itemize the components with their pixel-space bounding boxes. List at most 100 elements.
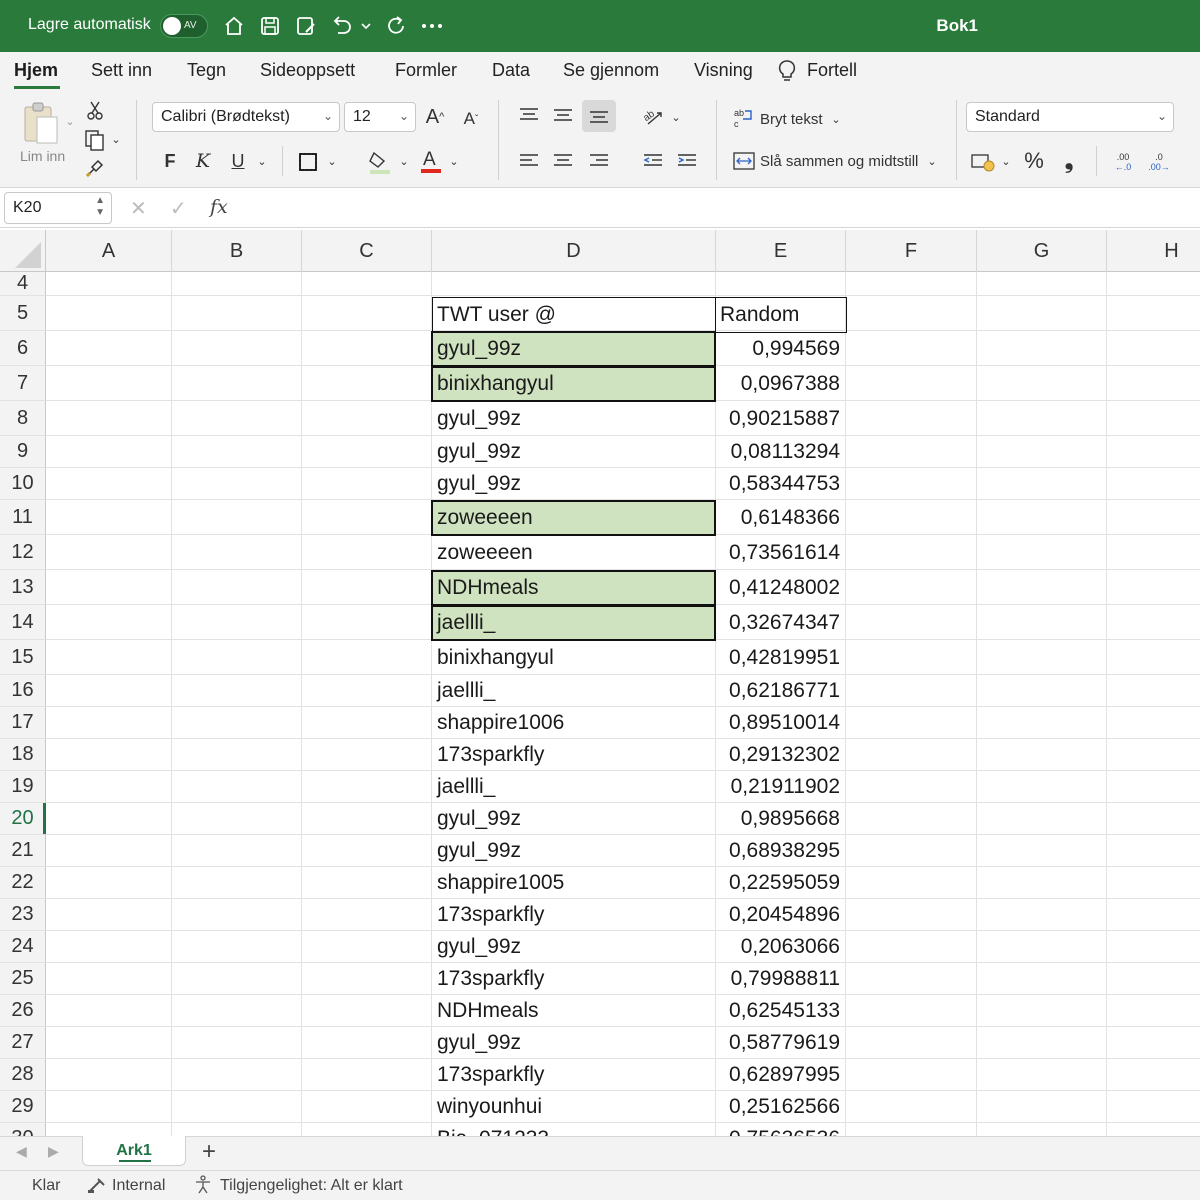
row-header-23[interactable]: 23: [0, 899, 46, 931]
row-header-22[interactable]: 22: [0, 867, 46, 899]
row-header-7[interactable]: 7: [0, 366, 46, 401]
accounting-format-icon[interactable]: [970, 150, 998, 174]
user-cell[interactable]: shappire1005: [437, 867, 564, 899]
tab-tell-me[interactable]: Fortell: [807, 60, 857, 81]
column-header-f[interactable]: F: [846, 230, 977, 272]
sensitivity-icon[interactable]: [86, 1175, 108, 1200]
align-bottom-icon[interactable]: [582, 100, 616, 132]
column-header-c[interactable]: C: [302, 230, 432, 272]
row-header-11[interactable]: 11: [0, 500, 46, 535]
align-top-icon[interactable]: [516, 104, 542, 126]
paste-dropdown-icon[interactable]: ⌄: [64, 114, 76, 128]
row-header-30[interactable]: 30: [0, 1123, 46, 1136]
random-cell[interactable]: 0,58779619: [729, 1027, 840, 1059]
merge-center-button[interactable]: Slå sammen og midtstill: [760, 150, 918, 172]
random-cell[interactable]: 0,29132302: [729, 739, 840, 771]
user-cell[interactable]: zoweeeen: [437, 535, 533, 570]
align-middle-icon[interactable]: [550, 104, 576, 126]
next-sheet-icon[interactable]: ▶: [48, 1143, 59, 1160]
cut-icon[interactable]: [84, 100, 106, 122]
tab-draw[interactable]: Tegn: [187, 60, 226, 81]
user-cell[interactable]: NDHmeals: [437, 570, 539, 605]
random-cell[interactable]: 0,41248002: [729, 570, 840, 605]
row-header-10[interactable]: 10: [0, 468, 46, 500]
font-color-icon[interactable]: A: [418, 146, 444, 176]
name-box[interactable]: K20 ▲ ▼: [4, 192, 112, 224]
accessibility-icon[interactable]: [194, 1175, 216, 1200]
column-header-g[interactable]: G: [977, 230, 1107, 272]
user-cell[interactable]: 173sparkfly: [437, 963, 544, 995]
cancel-icon[interactable]: ✕: [130, 196, 147, 221]
accounting-dropdown-icon[interactable]: ⌄: [1000, 152, 1012, 170]
random-cell[interactable]: 0,90215887: [729, 401, 840, 436]
accessibility-label[interactable]: Tilgjengelighet: Alt er klart: [220, 1177, 403, 1195]
random-cell[interactable]: 0,08113294: [731, 436, 840, 468]
font-color-dropdown-icon[interactable]: ⌄: [448, 152, 460, 170]
column-header-b[interactable]: B: [172, 230, 302, 272]
user-cell[interactable]: Bia_071233: [437, 1123, 549, 1136]
formula-input[interactable]: [244, 192, 1194, 224]
row-header-29[interactable]: 29: [0, 1091, 46, 1123]
row-header-25[interactable]: 25: [0, 963, 46, 995]
tab-insert[interactable]: Sett inn: [91, 60, 152, 81]
user-cell[interactable]: jaellli_: [437, 771, 495, 803]
paste-label[interactable]: Lim inn: [20, 148, 65, 164]
sensitivity-label[interactable]: Internal: [112, 1177, 165, 1195]
user-cell[interactable]: gyul_99z: [437, 835, 521, 867]
borders-icon[interactable]: [296, 150, 320, 174]
tab-data[interactable]: Data: [492, 60, 530, 81]
tab-page-layout[interactable]: Sideoppsett: [260, 60, 355, 81]
fill-dropdown-icon[interactable]: ⌄: [398, 152, 410, 170]
user-cell[interactable]: binixhangyul: [437, 640, 554, 675]
row-header-6[interactable]: 6: [0, 331, 46, 366]
lightbulb-icon[interactable]: [776, 58, 798, 84]
random-cell[interactable]: 0,994569: [752, 331, 840, 366]
function-icon[interactable]: fx: [210, 196, 228, 218]
tab-review[interactable]: Se gjennom: [563, 60, 659, 81]
row-header-8[interactable]: 8: [0, 401, 46, 436]
random-cell[interactable]: 0,62545133: [729, 995, 840, 1027]
copy-icon[interactable]: [82, 128, 108, 152]
increase-font-icon[interactable]: A ^: [422, 104, 448, 130]
user-cell[interactable]: gyul_99z: [437, 931, 521, 963]
user-cell[interactable]: gyul_99z: [437, 803, 521, 835]
user-cell[interactable]: winyounhui: [437, 1091, 542, 1123]
column-header-a[interactable]: A: [46, 230, 172, 272]
random-cell[interactable]: 0,9895668: [741, 803, 840, 835]
text-orientation-icon[interactable]: ab: [640, 104, 666, 128]
user-cell[interactable]: gyul_99z: [437, 1027, 521, 1059]
paste-icon[interactable]: [18, 100, 64, 146]
bold-button[interactable]: F: [160, 148, 180, 174]
user-cell[interactable]: jaellli_: [437, 675, 495, 707]
font-size-select[interactable]: 12 ⌄: [344, 102, 416, 132]
row-header-14[interactable]: 14: [0, 605, 46, 640]
row-header-15[interactable]: 15: [0, 640, 46, 675]
row-header-9[interactable]: 9: [0, 436, 46, 468]
align-center-icon[interactable]: [550, 150, 576, 172]
fill-color-icon[interactable]: [366, 148, 394, 176]
wrap-dropdown-icon[interactable]: ⌄: [830, 110, 842, 128]
random-cell[interactable]: 0,22595059: [729, 867, 840, 899]
increase-indent-icon[interactable]: [674, 150, 700, 172]
wrap-text-button[interactable]: Bryt tekst: [760, 108, 823, 130]
user-cell[interactable]: gyul_99z: [437, 436, 521, 468]
random-cell[interactable]: 0,32674347: [729, 605, 840, 640]
select-all-corner[interactable]: [0, 230, 46, 272]
row-header-19[interactable]: 19: [0, 771, 46, 803]
random-cell[interactable]: 0,25162566: [729, 1091, 840, 1123]
confirm-icon[interactable]: ✓: [170, 196, 187, 221]
random-cell[interactable]: 0,6148366: [741, 500, 840, 535]
number-format-select[interactable]: Standard ⌄: [966, 102, 1174, 132]
tab-home[interactable]: Hjem: [14, 60, 58, 81]
merge-center-icon[interactable]: [732, 150, 756, 172]
row-header-12[interactable]: 12: [0, 535, 46, 570]
row-header-5[interactable]: 5: [0, 296, 46, 331]
increase-decimal-icon[interactable]: .00 ←.0: [1110, 148, 1136, 176]
user-cell[interactable]: 173sparkfly: [437, 1059, 544, 1091]
random-cell[interactable]: 0,79988811: [731, 963, 840, 995]
worksheet-grid[interactable]: A B C D E F G H 4 5 6 7 8 9 10 11 12 13 14 15 16 17 18 19 20 21 22…: [0, 230, 1200, 1136]
random-cell[interactable]: 0,21911902: [731, 771, 840, 803]
user-cell[interactable]: 173sparkfly: [437, 739, 544, 771]
add-sheet-button[interactable]: +: [202, 1138, 216, 1166]
random-cell[interactable]: 0,20454896: [729, 899, 840, 931]
